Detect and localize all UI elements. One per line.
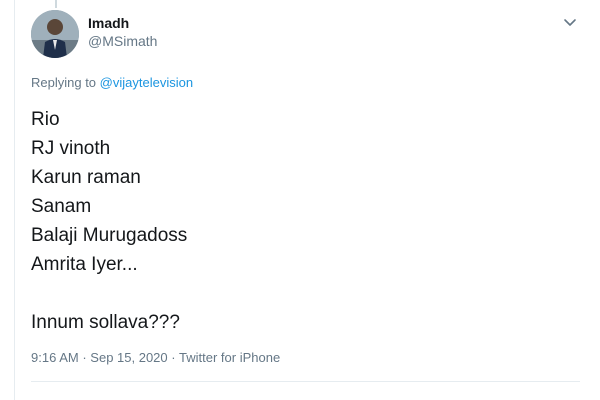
- tweet-source[interactable]: Twitter for iPhone: [179, 350, 280, 365]
- meta-separator: ·: [82, 350, 87, 365]
- chevron-down-icon[interactable]: [562, 14, 578, 30]
- tweet-line: Rio: [31, 109, 60, 130]
- tweet-line: Karun raman: [31, 167, 141, 188]
- tweet-line: Sanam: [31, 196, 92, 217]
- author-display-name[interactable]: Imadh: [88, 14, 157, 32]
- reply-mention-link[interactable]: @vijaytelevision: [100, 75, 193, 90]
- tweet-card: Imadh @MSimath Replying to @vijaytelevis…: [14, 0, 600, 400]
- author-handle[interactable]: @MSimath: [88, 32, 157, 50]
- tweet-line: RJ vinoth: [31, 138, 111, 159]
- replying-to-label: Replying to: [31, 75, 97, 90]
- meta-separator: ·: [171, 350, 176, 365]
- thread-connector-line: [55, 0, 57, 8]
- tweet-text: Rio RJ vinoth Karun raman Sanam Balaji M…: [31, 105, 187, 337]
- tweet-time[interactable]: 9:16 AM: [31, 350, 79, 365]
- author-block: Imadh @MSimath: [88, 14, 157, 50]
- tweet-line: Balaji Murugadoss: [31, 225, 188, 246]
- tweet-line: Innum sollava???: [31, 312, 180, 333]
- tweet-date[interactable]: Sep 15, 2020: [90, 350, 167, 365]
- replying-to: Replying to @vijaytelevision: [31, 75, 193, 90]
- avatar-image: [31, 10, 79, 58]
- avatar[interactable]: [31, 10, 79, 58]
- divider: [31, 381, 580, 382]
- tweet-line: Amrita Iyer...: [31, 254, 138, 275]
- tweet-metadata: 9:16 AM · Sep 15, 2020 · Twitter for iPh…: [31, 350, 280, 365]
